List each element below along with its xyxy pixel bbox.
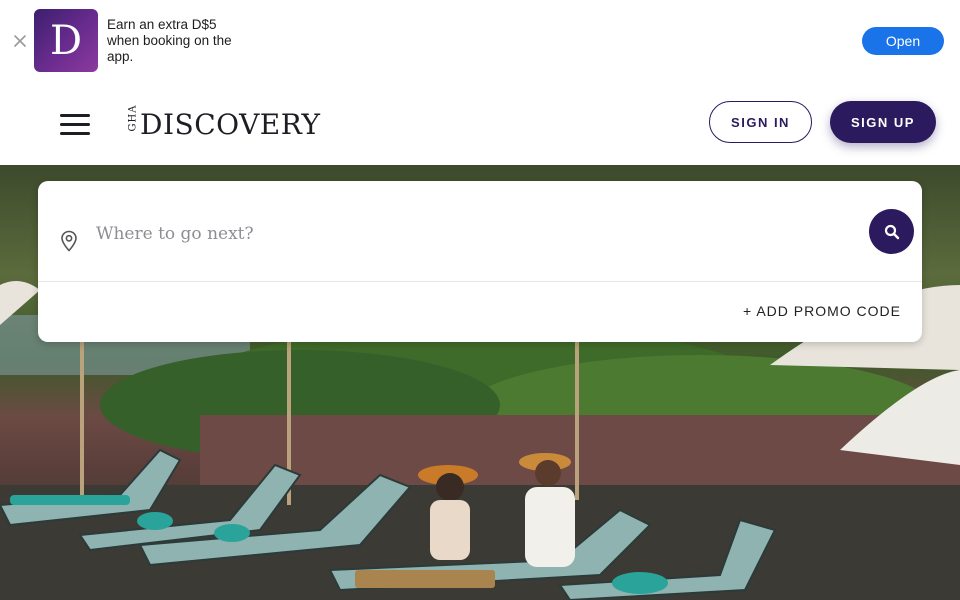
sign-in-button[interactable]: SIGN IN <box>709 101 812 143</box>
search-icon <box>884 224 899 239</box>
search-card: + ADD PROMO CODE <box>38 181 922 342</box>
search-button[interactable] <box>869 209 914 254</box>
logo-wordmark: DISCOVERY <box>140 107 321 141</box>
location-pin-icon <box>60 230 78 252</box>
logo-prefix: GHA <box>127 104 139 131</box>
banner-text: Earn an extra D$5 when booking on the ap… <box>107 17 232 64</box>
close-icon[interactable] <box>12 33 28 49</box>
sign-up-button[interactable]: SIGN UP <box>830 101 936 143</box>
app-install-banner: D Earn an extra D$5 when booking on the … <box>0 0 960 82</box>
open-app-button[interactable]: Open <box>862 27 944 55</box>
gha-discovery-logo[interactable]: GHA DISCOVERY <box>126 104 320 144</box>
site-header: GHA DISCOVERY SIGN IN SIGN UP <box>0 82 960 165</box>
hamburger-menu-icon[interactable] <box>60 110 92 136</box>
app-icon: D <box>34 9 98 72</box>
add-promo-code-link[interactable]: + ADD PROMO CODE <box>743 303 901 319</box>
destination-search-input[interactable] <box>94 219 858 249</box>
app-icon-letter: D <box>49 17 83 64</box>
search-row <box>38 181 922 282</box>
